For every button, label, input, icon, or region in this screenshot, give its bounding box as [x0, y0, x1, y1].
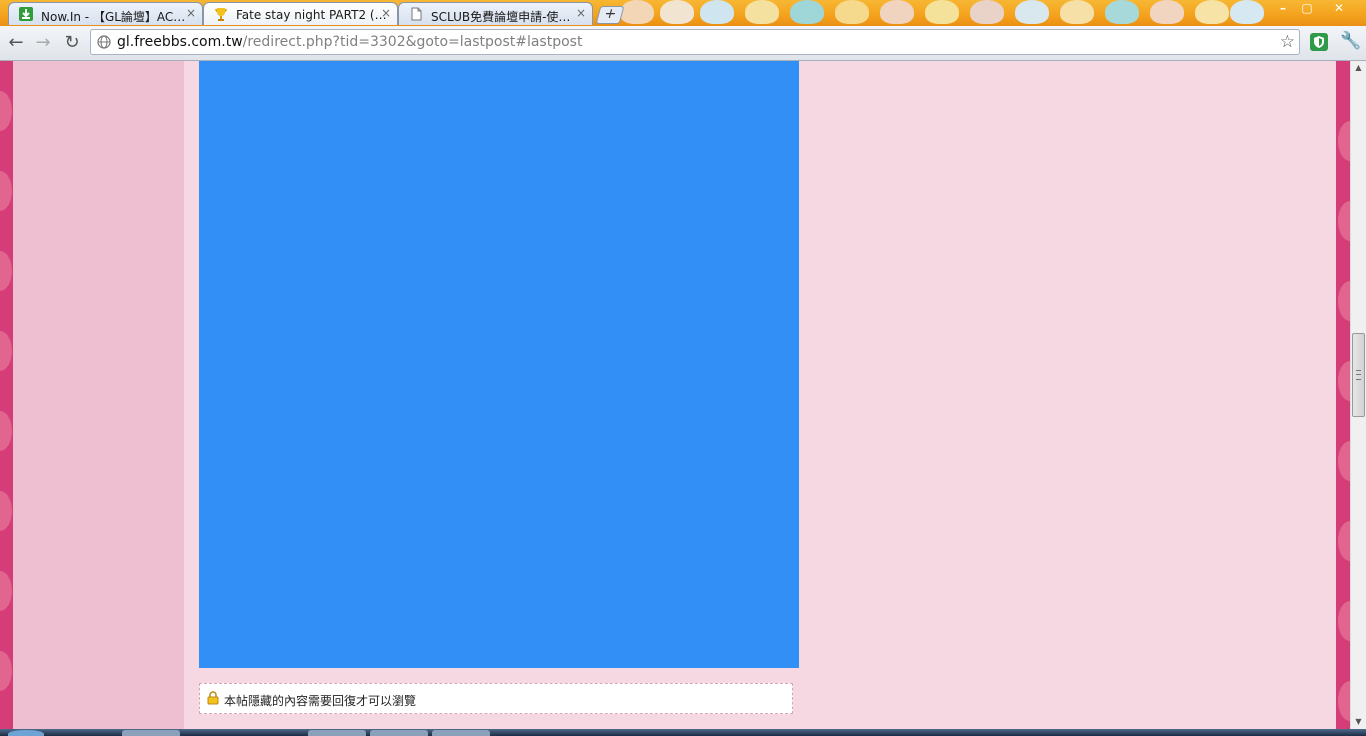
border-bubble: [1338, 441, 1350, 481]
lock-icon: [207, 691, 219, 705]
tab-close-icon[interactable]: ×: [381, 6, 391, 20]
taskbar-item[interactable]: [370, 730, 428, 736]
decorative-theme-figure: [970, 0, 1004, 24]
tab-close-icon[interactable]: ×: [186, 6, 196, 20]
web-page: 本帖隱藏的內容需要回復才可以瀏覽: [0, 61, 1350, 729]
border-bubble: [0, 491, 12, 531]
border-bubble: [0, 251, 12, 291]
globe-icon: [97, 35, 111, 49]
maximize-button[interactable]: ▢: [1296, 0, 1318, 16]
url-path: /redirect.php?tid=3302&goto=lastpost#las…: [242, 34, 583, 50]
decorative-theme-figure: [1060, 0, 1094, 24]
url-host: gl.freebbs.com.tw: [117, 34, 243, 50]
decorative-theme-figure: [700, 0, 734, 24]
decorative-theme-figure: [790, 0, 824, 24]
border-bubble: [0, 91, 12, 131]
decorative-theme-figure: [1105, 0, 1139, 24]
browser-toolbar: ← → ↻ gl.freebbs.com.tw/redirect.php?tid…: [0, 26, 1366, 61]
tab-strip: Now.In - 【GL論壇】AC… × Fate stay night PAR…: [0, 0, 1366, 26]
border-bubble: [1338, 601, 1350, 641]
border-bubble: [1338, 121, 1350, 161]
scroll-down-arrow-icon[interactable]: ▼: [1351, 715, 1366, 729]
border-bubble: [0, 411, 12, 451]
border-bubble: [1338, 201, 1350, 241]
decorative-theme-figure: [835, 0, 869, 24]
document-icon: [411, 7, 422, 21]
tab-sclub-forum[interactable]: SCLUB免費論壇申請-使… ×: [398, 2, 593, 25]
scroll-up-arrow-icon[interactable]: ▲: [1351, 61, 1366, 75]
border-bubble: [0, 331, 12, 371]
post-image: [199, 61, 799, 668]
taskbar-item[interactable]: [122, 730, 180, 736]
new-tab-button[interactable]: +: [595, 6, 625, 24]
border-bubble: [0, 171, 12, 211]
decorative-theme-figure: [620, 0, 654, 24]
extension-shield-icon[interactable]: [1309, 32, 1329, 52]
decorative-theme-figure: [1150, 0, 1184, 24]
url-text[interactable]: gl.freebbs.com.tw/redirect.php?tid=3302&…: [117, 34, 582, 50]
forward-button[interactable]: →: [32, 32, 54, 54]
taskbar-item[interactable]: [308, 730, 366, 736]
tab-nowin-gl-forum[interactable]: Now.In - 【GL論壇】AC… ×: [8, 2, 203, 25]
tab-title: SCLUB免費論壇申請-使…: [431, 10, 571, 24]
decorative-theme-figure: [1230, 0, 1264, 24]
left-side-panel: [13, 61, 184, 729]
wrench-menu-icon[interactable]: 🔧: [1340, 31, 1361, 51]
decorative-theme-figure: [660, 0, 694, 24]
border-bubble: [1338, 681, 1350, 721]
reload-button[interactable]: ↻: [61, 32, 83, 54]
scrollbar-thumb[interactable]: [1352, 333, 1365, 417]
taskbar-start-button[interactable]: [8, 730, 44, 736]
tab-title: Fate stay night PART2 (…: [236, 8, 387, 22]
border-bubble: [0, 571, 12, 611]
border-bubble: [1338, 281, 1350, 321]
green-download-icon: [19, 7, 33, 21]
hidden-content-notice: 本帖隱藏的內容需要回復才可以瀏覽: [199, 683, 793, 714]
hidden-content-text: 本帖隱藏的內容需要回復才可以瀏覽: [224, 694, 417, 708]
right-decorative-border: [1336, 61, 1350, 729]
border-bubble: [0, 651, 12, 691]
border-bubble: [1338, 361, 1350, 401]
decorative-theme-figure: [1195, 0, 1229, 24]
back-button[interactable]: ←: [5, 32, 27, 54]
close-window-button[interactable]: ✕: [1328, 0, 1350, 16]
os-taskbar: [0, 729, 1366, 736]
scrollbar-grip-icon: [1356, 370, 1361, 380]
trophy-icon: [215, 8, 227, 21]
decorative-theme-figure: [880, 0, 914, 24]
decorative-theme-figure: [745, 0, 779, 24]
address-bar[interactable]: gl.freebbs.com.tw/redirect.php?tid=3302&…: [90, 29, 1300, 55]
left-decorative-border: [0, 61, 13, 729]
tab-fate-stay-night[interactable]: Fate stay night PART2 (… ×: [203, 2, 398, 25]
tab-close-icon[interactable]: ×: [576, 6, 586, 20]
border-bubble: [1338, 521, 1350, 561]
decorative-theme-figure: [1015, 0, 1049, 24]
vertical-scrollbar[interactable]: ▲ ▼: [1350, 61, 1366, 729]
minimize-button[interactable]: –: [1272, 0, 1294, 16]
decorative-theme-figure: [925, 0, 959, 24]
taskbar-item[interactable]: [432, 730, 490, 736]
tab-title: Now.In - 【GL論壇】AC…: [41, 10, 186, 24]
bookmark-star-icon[interactable]: ☆: [1280, 32, 1295, 52]
